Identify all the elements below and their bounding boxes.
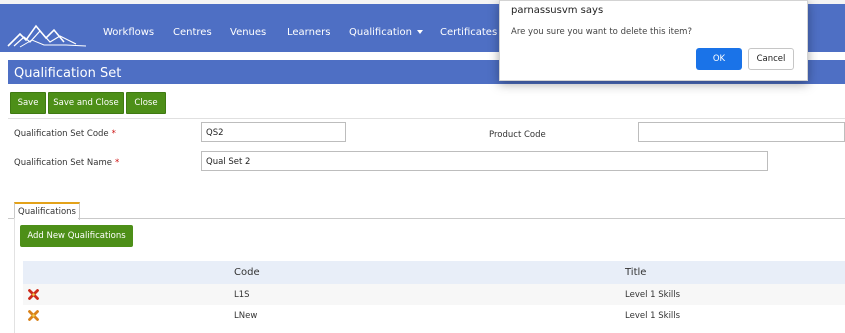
- product-code-input[interactable]: [638, 122, 845, 142]
- cell-title: Level 1 Skills: [625, 290, 681, 300]
- dialog-message: Are you sure you want to delete this ite…: [511, 27, 692, 37]
- toolbar-divider: [8, 118, 845, 119]
- qualification-set-code-label-text: Qualification Set Code: [14, 129, 109, 139]
- cell-code: L1S: [234, 290, 250, 300]
- confirm-dialog: parnassusvm says Are you sure you want t…: [499, 0, 808, 81]
- qualification-set-name-input[interactable]: Qual Set 2: [201, 151, 768, 171]
- nav-learners[interactable]: Learners: [287, 27, 330, 38]
- nav-qualification[interactable]: Qualification: [349, 27, 423, 38]
- add-new-qualifications-button[interactable]: Add New Qualifications: [20, 225, 133, 247]
- column-header-code[interactable]: Code: [234, 267, 260, 278]
- qualification-set-name-label-text: Qualification Set Name: [14, 158, 112, 168]
- tab-panel-border: [14, 218, 15, 333]
- save-and-close-button[interactable]: Save and Close: [48, 92, 124, 114]
- table-row: LNew Level 1 Skills: [23, 305, 845, 326]
- product-code-label: Product Code: [489, 130, 546, 140]
- delete-icon[interactable]: [28, 310, 39, 321]
- column-header-title[interactable]: Title: [625, 267, 646, 278]
- cell-title: Level 1 Skills: [625, 311, 681, 321]
- nav-qualification-label: Qualification: [349, 27, 412, 38]
- qualification-set-code-label: Qualification Set Code *: [14, 129, 116, 139]
- page-title: Qualification Set: [14, 66, 122, 81]
- cell-code: LNew: [234, 311, 258, 321]
- nav-workflows[interactable]: Workflows: [103, 27, 154, 38]
- nav-venues[interactable]: Venues: [230, 27, 266, 38]
- required-marker: *: [111, 129, 116, 139]
- mountain-logo-icon[interactable]: [6, 20, 88, 48]
- delete-icon[interactable]: [28, 289, 39, 300]
- save-button[interactable]: Save: [10, 92, 46, 114]
- qualification-set-code-input[interactable]: QS2: [201, 122, 346, 142]
- tab-qualifications[interactable]: Qualifications: [14, 202, 80, 220]
- nav-centres[interactable]: Centres: [173, 27, 212, 38]
- dialog-title: parnassusvm says: [511, 5, 604, 16]
- tab-divider: [78, 218, 845, 219]
- table-row: L1S Level 1 Skills: [23, 284, 845, 305]
- required-marker: *: [114, 158, 120, 168]
- ok-button[interactable]: OK: [696, 48, 742, 70]
- qualification-set-name-label: Qualification Set Name *: [14, 158, 119, 168]
- chevron-down-icon: [416, 30, 423, 34]
- table-header: Code Title: [23, 261, 845, 284]
- nav-certificates[interactable]: Certificates: [440, 27, 497, 38]
- close-button[interactable]: Close: [126, 92, 166, 114]
- cancel-button[interactable]: Cancel: [748, 48, 794, 70]
